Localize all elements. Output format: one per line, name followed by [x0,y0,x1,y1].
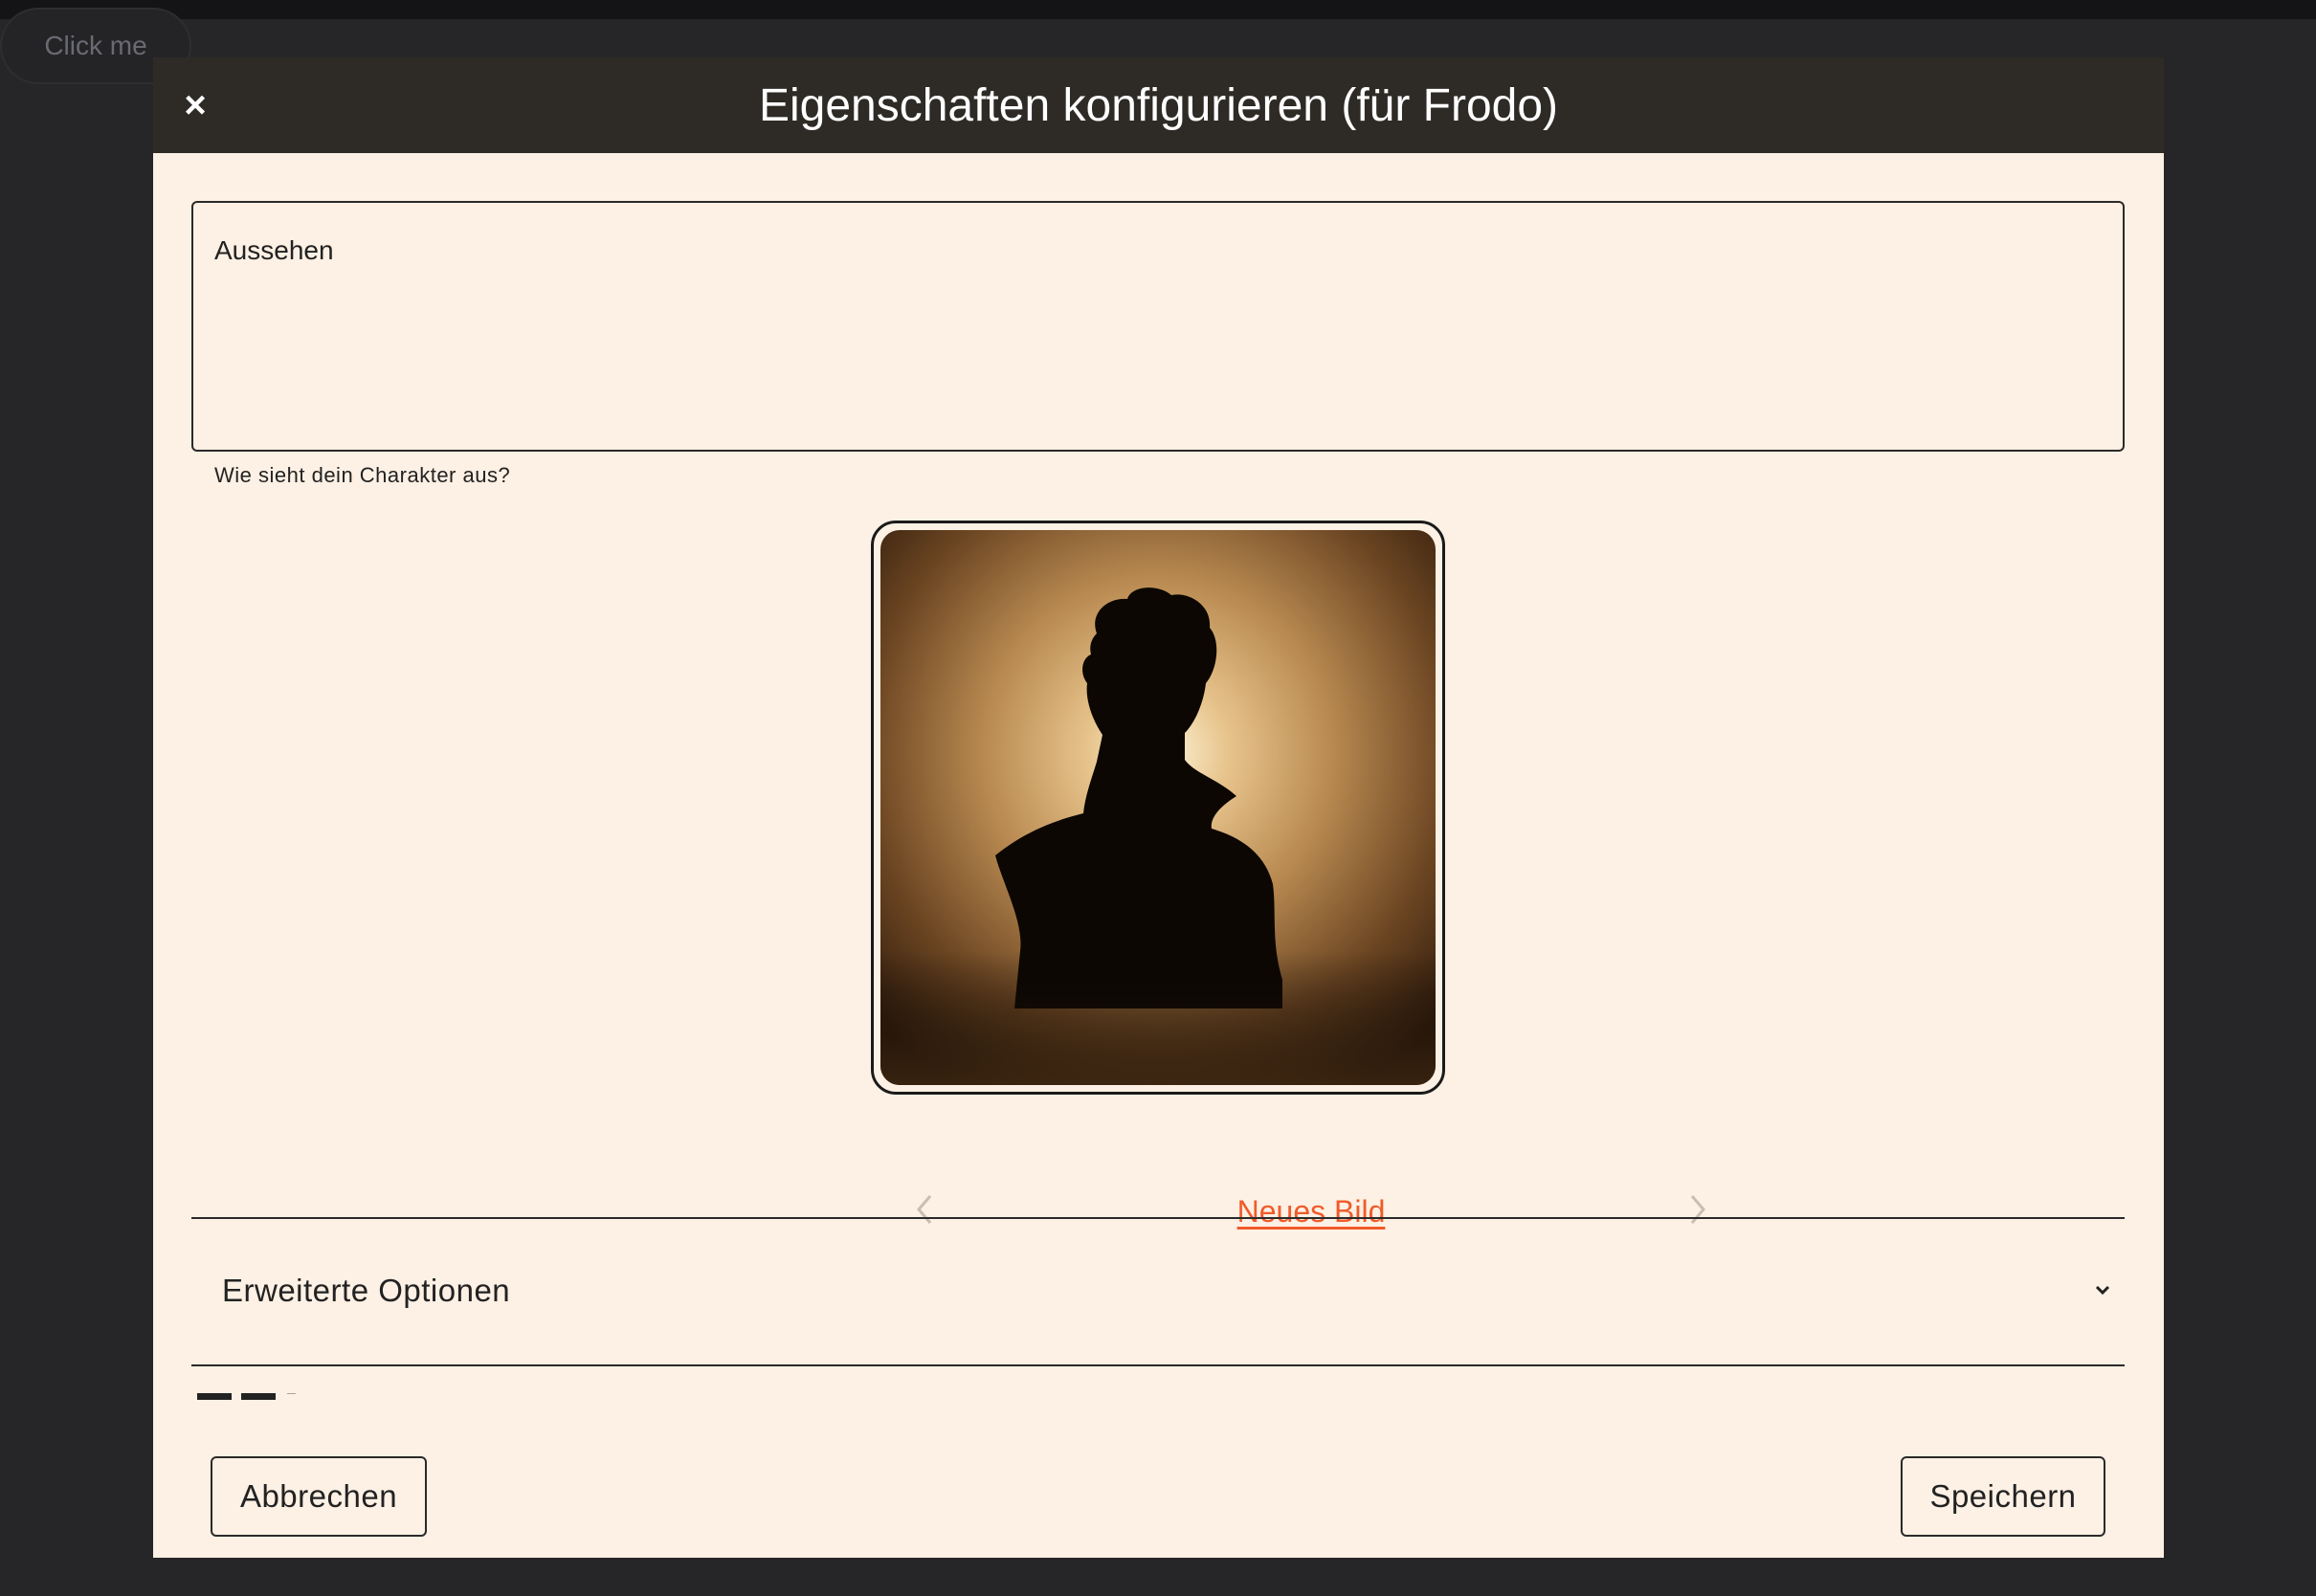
next-section-clipped: ▬ ▬ ▪ [191,1393,574,1408]
cancel-button[interactable]: Abbrechen [211,1456,427,1537]
browser-top-strip [0,0,2316,19]
character-portrait-frame [871,521,1445,1095]
character-portrait-image [880,530,1436,1085]
silhouette-portrait-icon [880,530,1436,1085]
save-button[interactable]: Speichern [1901,1456,2105,1537]
dialog-title: Eigenschaften konfigurieren (für Frodo) [758,79,1559,131]
appearance-helper-text: Wie sieht dein Charakter aus? [214,463,511,487]
appearance-textarea[interactable]: Aussehen [191,201,2125,452]
appearance-label: Aussehen [214,235,334,265]
properties-dialog: × Eigenschaften konfigurieren (für Frodo… [153,57,2164,1558]
advanced-options-accordion[interactable]: Erweiterte Optionen [191,1219,2125,1364]
chevron-down-icon [2095,1285,2110,1296]
section-divider [191,1364,2125,1366]
dialog-header: × Eigenschaften konfigurieren (für Frodo… [153,57,2164,153]
advanced-options-label: Erweiterte Optionen [222,1273,511,1308]
dialog-footer [153,1408,2164,1558]
